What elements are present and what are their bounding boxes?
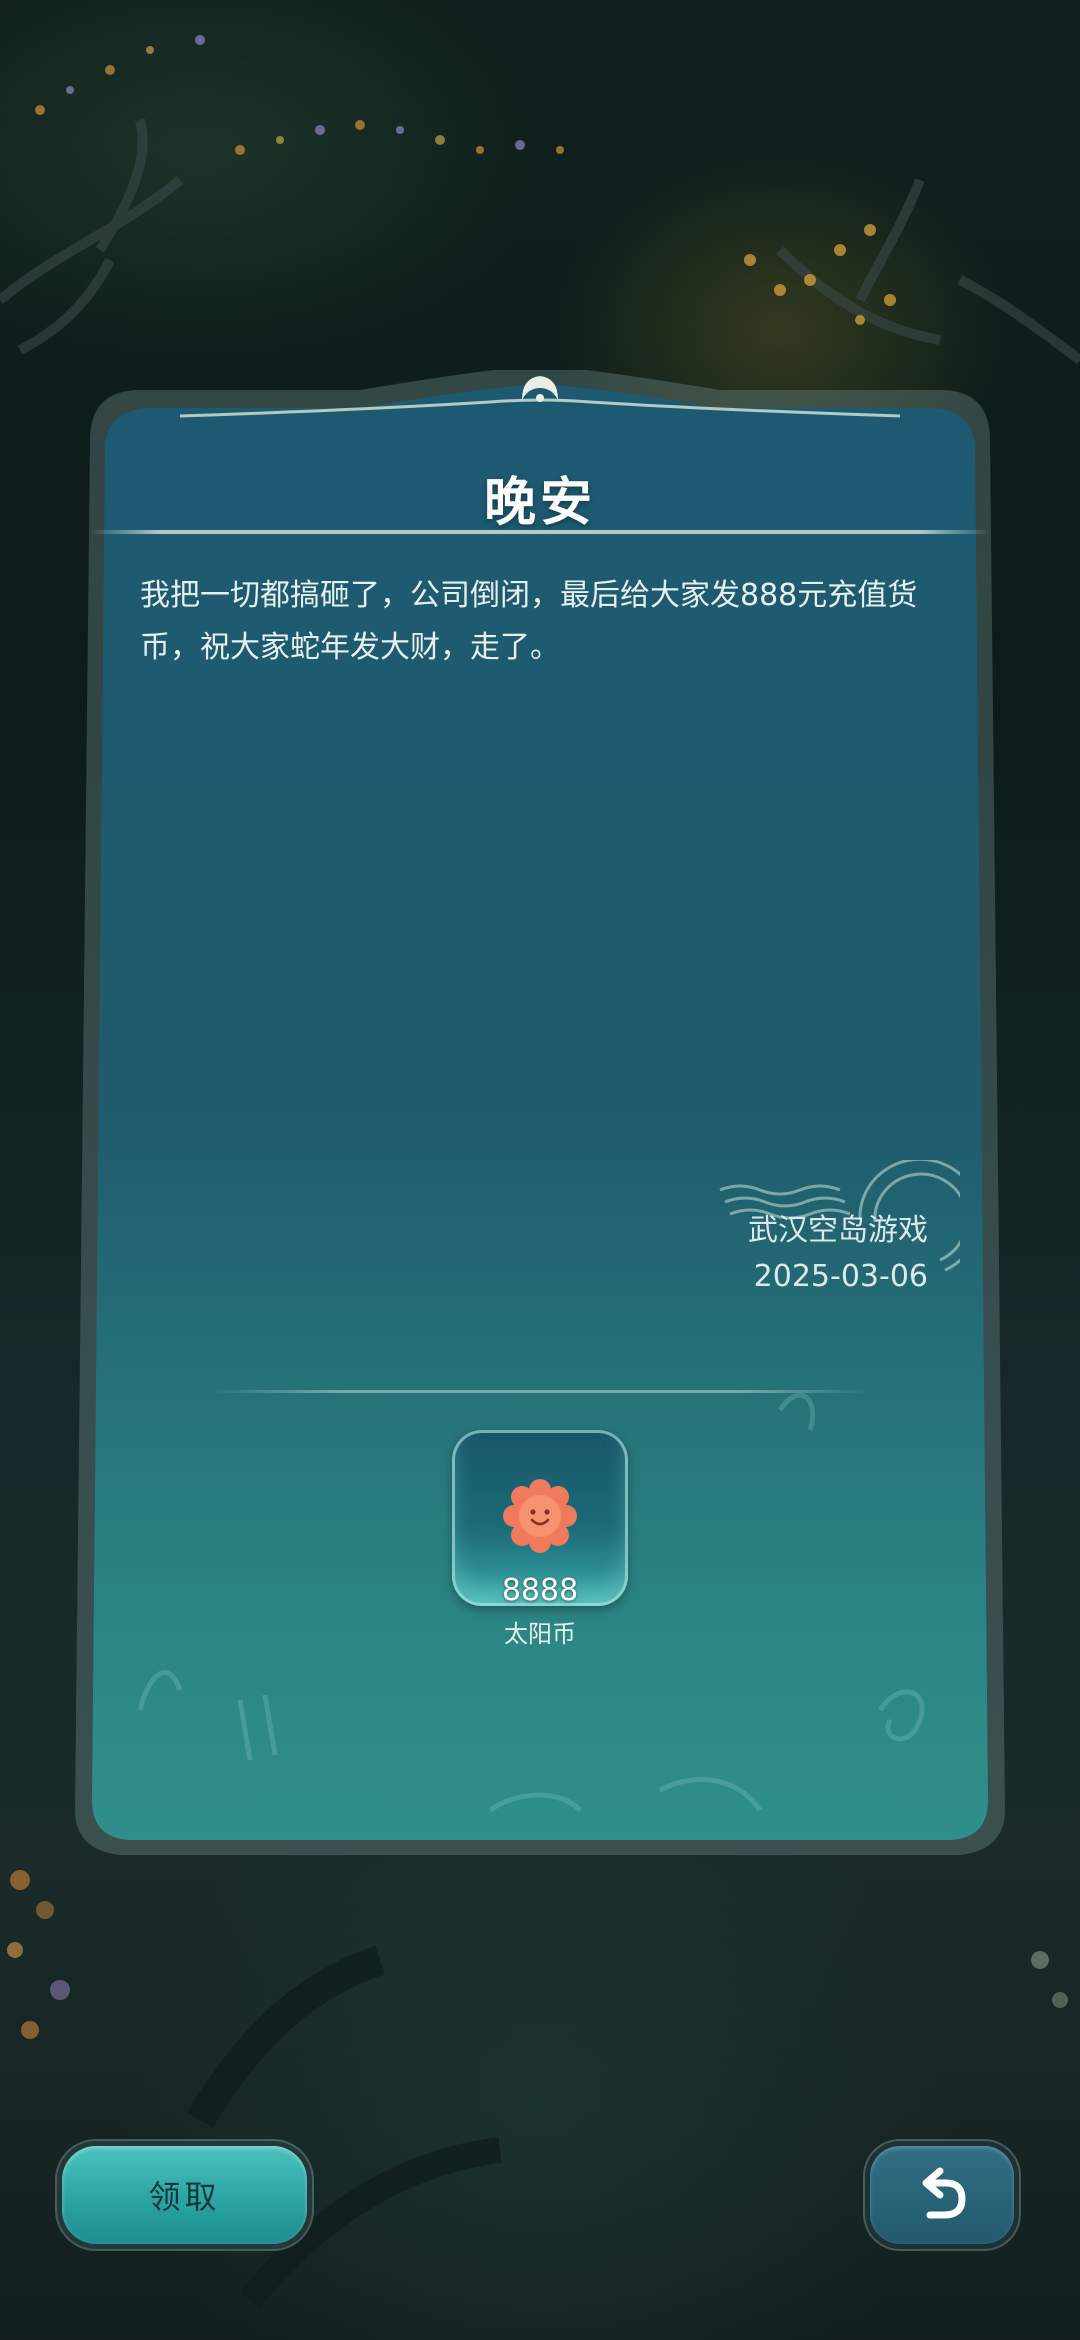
sender-block: 武汉空岛游戏 2025-03-06	[748, 1208, 928, 1300]
reward-amount: 8888	[501, 1573, 579, 1608]
claim-button[interactable]: 领取	[62, 2146, 307, 2244]
reward-divider	[210, 1390, 870, 1393]
mail-dialog: 晚安 我把一切都搞砸了，公司倒闭，最后给大家发888元充值货币，祝大家蛇年发大财…	[60, 370, 1020, 1870]
sender-name: 武汉空岛游戏	[748, 1213, 928, 1248]
mail-message: 我把一切都搞砸了，公司倒闭，最后给大家发888元充值货币，祝大家蛇年发大财，走了…	[140, 578, 918, 665]
undo-arrow-icon	[922, 2167, 966, 2219]
sun-coin-icon	[503, 1479, 577, 1553]
reward-name: 太阳币	[504, 1620, 576, 1648]
dialog-title: 晚安	[483, 473, 596, 533]
back-button[interactable]	[870, 2146, 1014, 2244]
reward-item[interactable]: 8888	[452, 1430, 628, 1608]
title-divider	[90, 530, 990, 534]
send-date: 2025-03-06	[753, 1259, 928, 1294]
